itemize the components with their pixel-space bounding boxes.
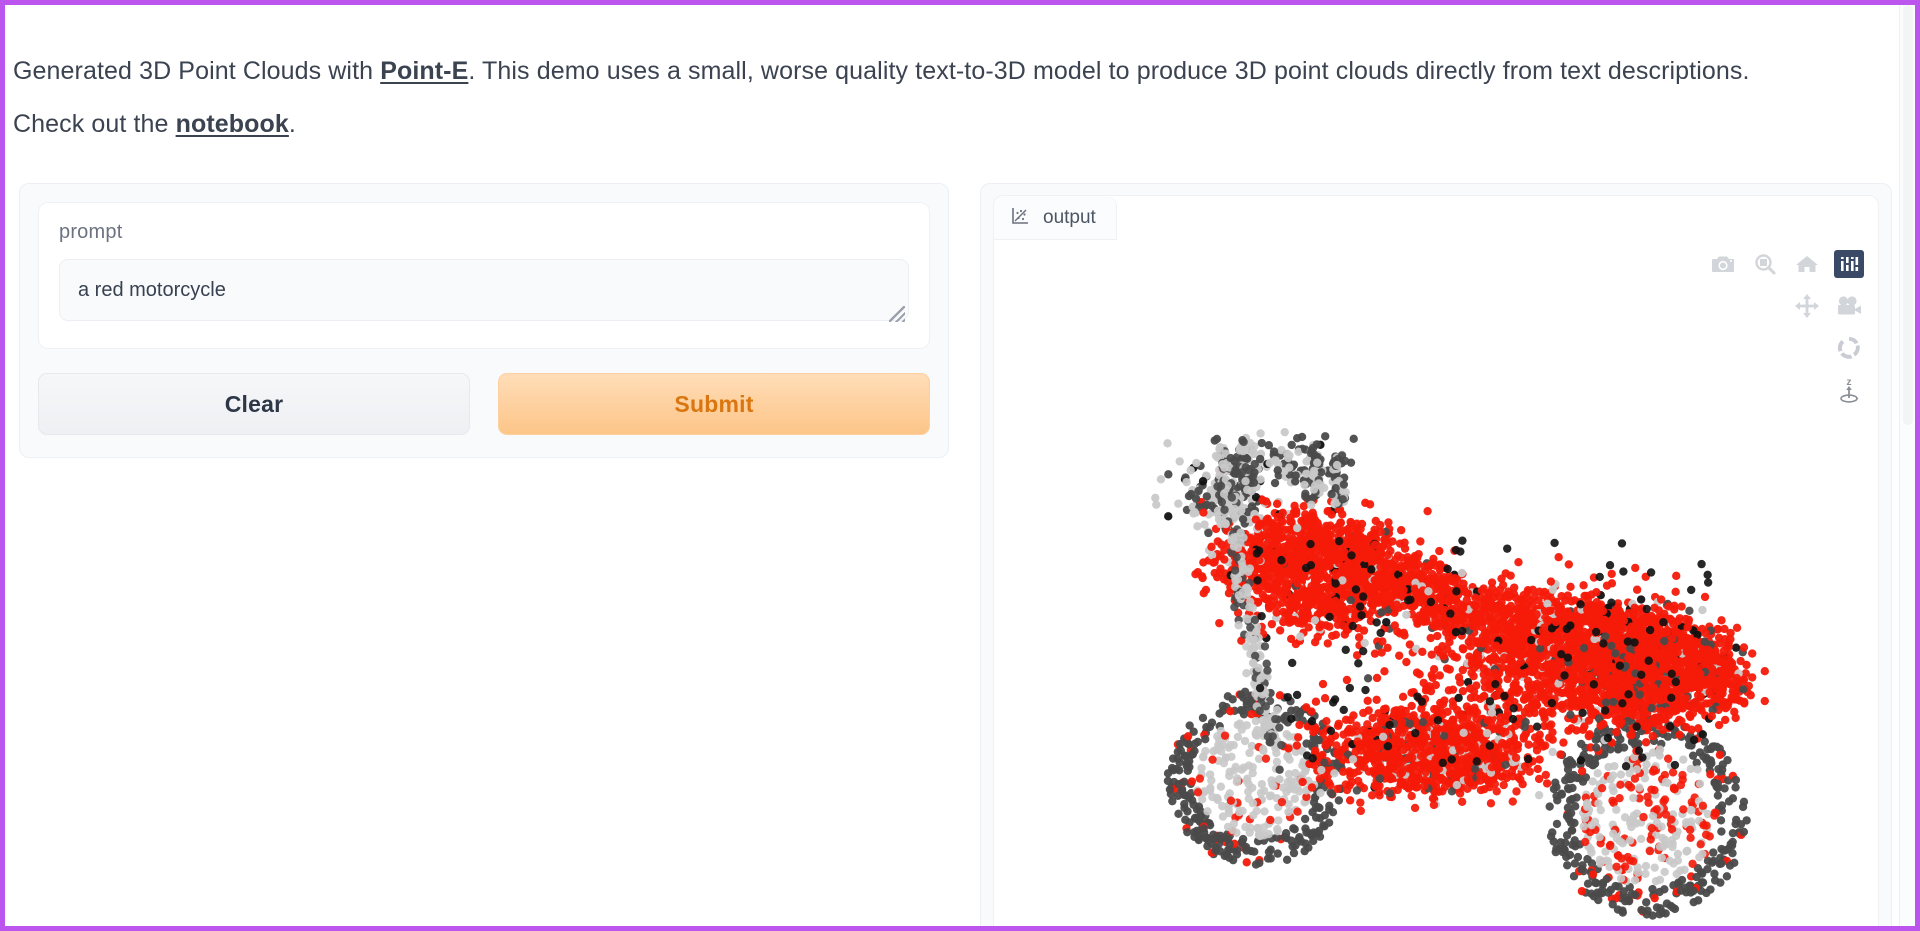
magnifier-icon[interactable] [1750,250,1780,278]
z-axis-icon[interactable]: z [1834,376,1864,404]
tab-output[interactable]: output [994,196,1117,240]
page-scrollbar[interactable] [1899,5,1915,926]
prompt-textarea-wrapper [59,259,909,326]
circular-rotate-icon[interactable] [1834,334,1864,362]
tab-output-label: output [1043,206,1096,228]
output-card: output z [993,195,1879,926]
plotly-modebar: z [1708,250,1864,404]
modebar-row-2 [1792,292,1864,320]
scatter-plot-icon [1010,205,1031,231]
modebar-row-1 [1708,250,1864,278]
modebar-row-4: z [1834,376,1864,404]
intro-text-part-3: . [288,110,296,138]
page-scrollbar-thumb[interactable] [1903,5,1913,425]
intro-text-part-1: Generated 3D Point Clouds with [13,57,381,85]
camera-icon[interactable] [1708,250,1738,278]
prompt-input[interactable] [59,259,909,321]
home-icon[interactable] [1792,250,1822,278]
input-panel: prompt Clear Submit [19,183,949,458]
submit-button[interactable]: Submit [498,373,930,435]
notebook-link[interactable]: notebook [176,110,289,138]
video-camera-icon[interactable] [1834,292,1864,320]
bar-sliders-icon[interactable] [1834,250,1864,278]
page-description: Generated 3D Point Clouds with Point-E. … [13,45,1813,151]
page-scroll-container[interactable]: Generated 3D Point Clouds with Point-E. … [5,5,1915,926]
modebar-row-3 [1834,334,1864,362]
clear-button[interactable]: Clear [38,373,470,435]
point-e-link[interactable]: Point-E [380,57,468,85]
prompt-field-group: prompt [38,202,930,349]
action-button-row: Clear Submit [20,349,948,457]
textarea-resize-handle[interactable] [889,306,905,322]
move-arrows-icon[interactable] [1792,292,1822,320]
browser-recording-frame: Generated 3D Point Clouds with Point-E. … [0,0,1920,931]
plot-area[interactable]: z [994,240,1878,926]
prompt-label: prompt [59,221,123,243]
